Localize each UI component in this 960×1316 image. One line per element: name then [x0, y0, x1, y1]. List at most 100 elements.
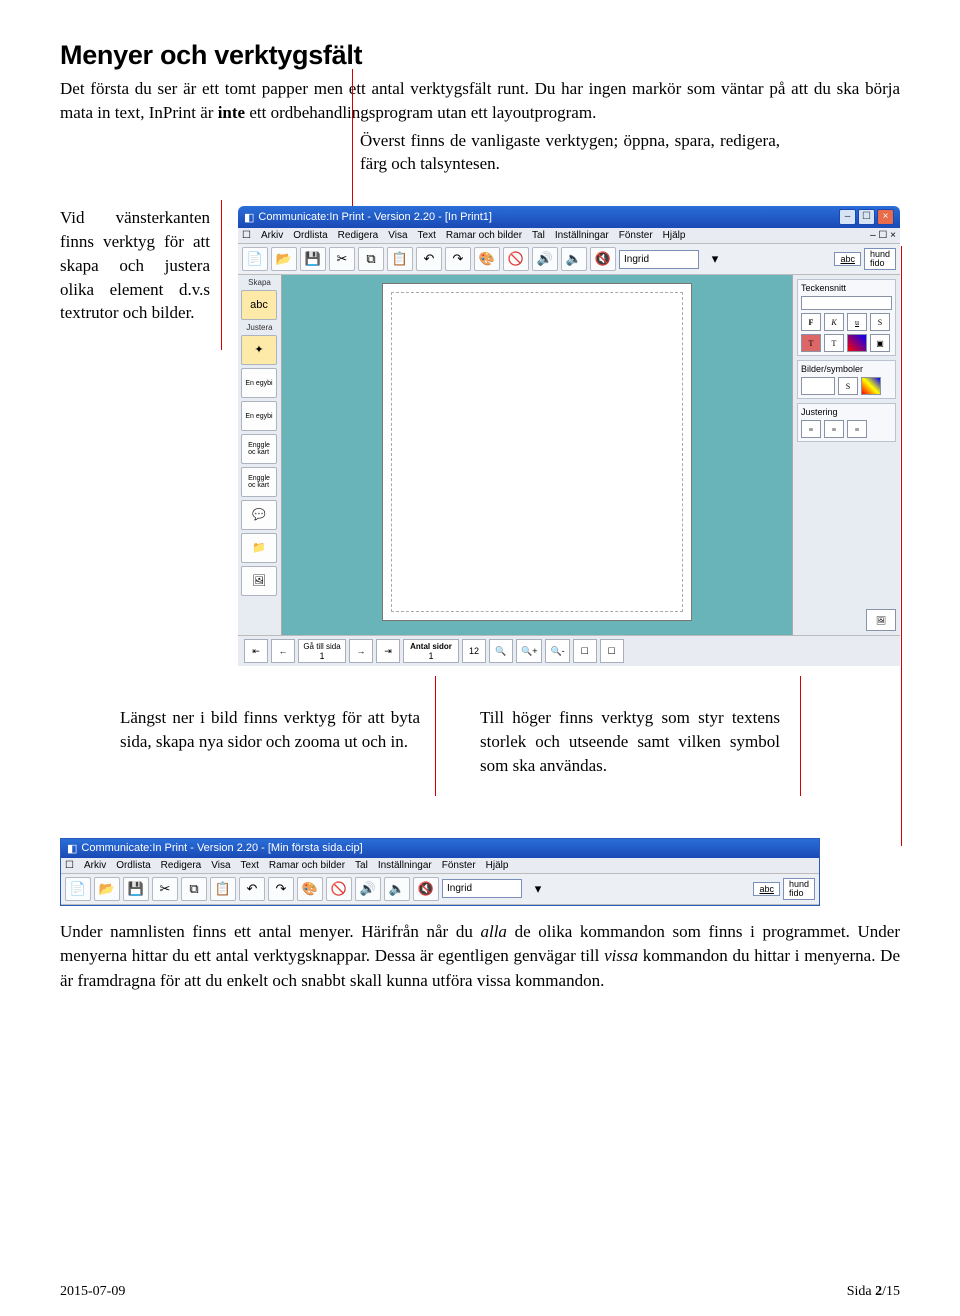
picture-corner-button[interactable]: 🖼 [866, 609, 896, 631]
undo-button[interactable]: ↶ [416, 247, 442, 271]
symbol-color-button[interactable] [861, 377, 881, 395]
app2-menu-redigera[interactable]: Redigera [161, 860, 202, 871]
app2-nocolor-button[interactable]: 🚫 [326, 877, 352, 901]
app2-redo-button[interactable]: ↷ [268, 877, 294, 901]
app2-menu-text[interactable]: Text [241, 860, 259, 871]
app2-undo-button[interactable]: ↶ [239, 877, 265, 901]
abc-label[interactable]: abc [834, 252, 861, 266]
app2-new-button[interactable]: 📄 [65, 877, 91, 901]
app2-open-button[interactable]: 📂 [94, 877, 120, 901]
copy-button[interactable]: ⧉ [358, 247, 384, 271]
close-button[interactable]: × [877, 209, 894, 225]
font-color2-button[interactable]: ▣ [870, 334, 890, 352]
save-button[interactable]: 💾 [300, 247, 326, 271]
bottom-extra-2[interactable]: ☐ [600, 639, 624, 663]
paste-button[interactable]: 📋 [387, 247, 413, 271]
prev-prev-page-button[interactable]: ⇤ [244, 639, 268, 663]
menu-hjalp[interactable]: Hjälp [663, 230, 686, 241]
underline-button[interactable]: u [847, 313, 867, 331]
app2-menu-installningar[interactable]: Inställningar [378, 860, 432, 871]
app-titlebar: ◧ Communicate:In Print - Version 2.20 - … [238, 206, 900, 228]
menu-arkiv[interactable]: Arkiv [261, 230, 283, 241]
shadow-button[interactable]: S [870, 313, 890, 331]
blank-page[interactable] [382, 283, 692, 621]
prev-page-button[interactable]: ← [271, 639, 295, 663]
frame-button-3[interactable]: Enggle oc kart [241, 434, 277, 464]
create-textframe-button[interactable]: abc [241, 290, 277, 320]
app2-palette-button[interactable]: 🎨 [297, 877, 323, 901]
speech-bubble-button[interactable]: 💬 [241, 500, 277, 530]
pages-12-button[interactable]: 12 [462, 639, 486, 663]
app2-menu-ordlista[interactable]: Ordlista [116, 860, 150, 871]
app2-cut-button[interactable]: ✂ [152, 877, 178, 901]
zoom-out-button[interactable]: 🔍- [545, 639, 569, 663]
italic-button[interactable]: K [824, 313, 844, 331]
app2-copy-button[interactable]: ⧉ [181, 877, 207, 901]
redo-button[interactable]: ↷ [445, 247, 471, 271]
user-field[interactable]: Ingrid [619, 250, 699, 269]
bold-button[interactable]: F [801, 313, 821, 331]
adjust-button[interactable]: ✦ [241, 335, 277, 365]
app2-menu-arkiv[interactable]: Arkiv [84, 860, 106, 871]
zoom-in-button[interactable]: 🔍+ [516, 639, 542, 663]
font-size-up-button[interactable]: T [801, 334, 821, 352]
app-icon: ◧ [244, 211, 254, 224]
open-button[interactable]: 📂 [271, 247, 297, 271]
menu-ordlista[interactable]: Ordlista [293, 230, 327, 241]
speak-repeat-button[interactable]: 🔈 [561, 247, 587, 271]
menu-visa[interactable]: Visa [388, 230, 407, 241]
goto-page[interactable]: Gå till sida 1 [298, 639, 346, 663]
zoom-fit-button[interactable]: 🔍 [489, 639, 513, 663]
app2-save-button[interactable]: 💾 [123, 877, 149, 901]
app2-speak-button[interactable]: 🔊 [355, 877, 381, 901]
bottom-extra-1[interactable]: ☐ [573, 639, 597, 663]
palette-button[interactable]: 🎨 [474, 247, 500, 271]
app2-abc-label[interactable]: abc [753, 882, 780, 896]
image-folder-button[interactable]: 📁 [241, 533, 277, 563]
menu-fonster[interactable]: Fönster [619, 230, 653, 241]
image-button[interactable]: 🖼 [241, 566, 277, 596]
frame-button-4[interactable]: Enggle oc kart [241, 467, 277, 497]
new-button[interactable]: 📄 [242, 247, 268, 271]
frame-button-2[interactable]: En egybi [241, 401, 277, 431]
mute-button[interactable]: 🔇 [590, 247, 616, 271]
app2-menu-ramar[interactable]: Ramar och bilder [269, 860, 345, 871]
app2-menu-tal[interactable]: Tal [355, 860, 368, 871]
cut-button[interactable]: ✂ [329, 247, 355, 271]
nocolor-button[interactable]: 🚫 [503, 247, 529, 271]
app2-speak-repeat-button[interactable]: 🔈 [384, 877, 410, 901]
app2-paste-button[interactable]: 📋 [210, 877, 236, 901]
next-page-button[interactable]: → [349, 639, 373, 663]
menu-ramar[interactable]: Ramar och bilder [446, 230, 522, 241]
canvas-area[interactable] [282, 275, 792, 635]
app2-wordlist-label[interactable]: hund fido [783, 878, 815, 900]
app2-menu-fonster[interactable]: Fönster [442, 860, 476, 871]
frame-button-1[interactable]: En egybi [241, 368, 277, 398]
font-color-button[interactable] [847, 334, 867, 352]
wordlist-label[interactable]: hund fido [864, 248, 896, 270]
next-next-page-button[interactable]: ⇥ [376, 639, 400, 663]
maximize-button[interactable]: ☐ [858, 209, 875, 225]
font-size-down-button[interactable]: T [824, 334, 844, 352]
symbol-size-button[interactable]: S [838, 377, 858, 395]
callout-right-line [901, 246, 902, 846]
footer-page: Sida 2/15 [847, 1284, 900, 1300]
app2-menu-hjalp[interactable]: Hjälp [486, 860, 509, 871]
menu-installningar[interactable]: Inställningar [555, 230, 609, 241]
align-left-button[interactable]: ≡ [801, 420, 821, 438]
minimize-button[interactable]: – [839, 209, 856, 225]
app2-user-field[interactable]: Ingrid [442, 879, 522, 898]
font-dropdown[interactable] [801, 296, 892, 310]
speak-button[interactable]: 🔊 [532, 247, 558, 271]
align-center-button[interactable]: ≡ [824, 420, 844, 438]
menu-tal[interactable]: Tal [532, 230, 545, 241]
user-dropdown-icon[interactable]: ▾ [702, 247, 728, 271]
app2-mute-button[interactable]: 🔇 [413, 877, 439, 901]
app2-menu-visa[interactable]: Visa [211, 860, 230, 871]
align-right-button[interactable]: ≡ [847, 420, 867, 438]
symbol-selector[interactable] [801, 377, 835, 395]
app2-user-dropdown-icon[interactable]: ▾ [525, 877, 551, 901]
menu-redigera[interactable]: Redigera [338, 230, 379, 241]
app-toolbar: 📄 📂 💾 ✂ ⧉ 📋 ↶ ↷ 🎨 🚫 🔊 🔈 🔇 Ingrid ▾ abc h… [238, 244, 900, 275]
menu-text[interactable]: Text [418, 230, 436, 241]
